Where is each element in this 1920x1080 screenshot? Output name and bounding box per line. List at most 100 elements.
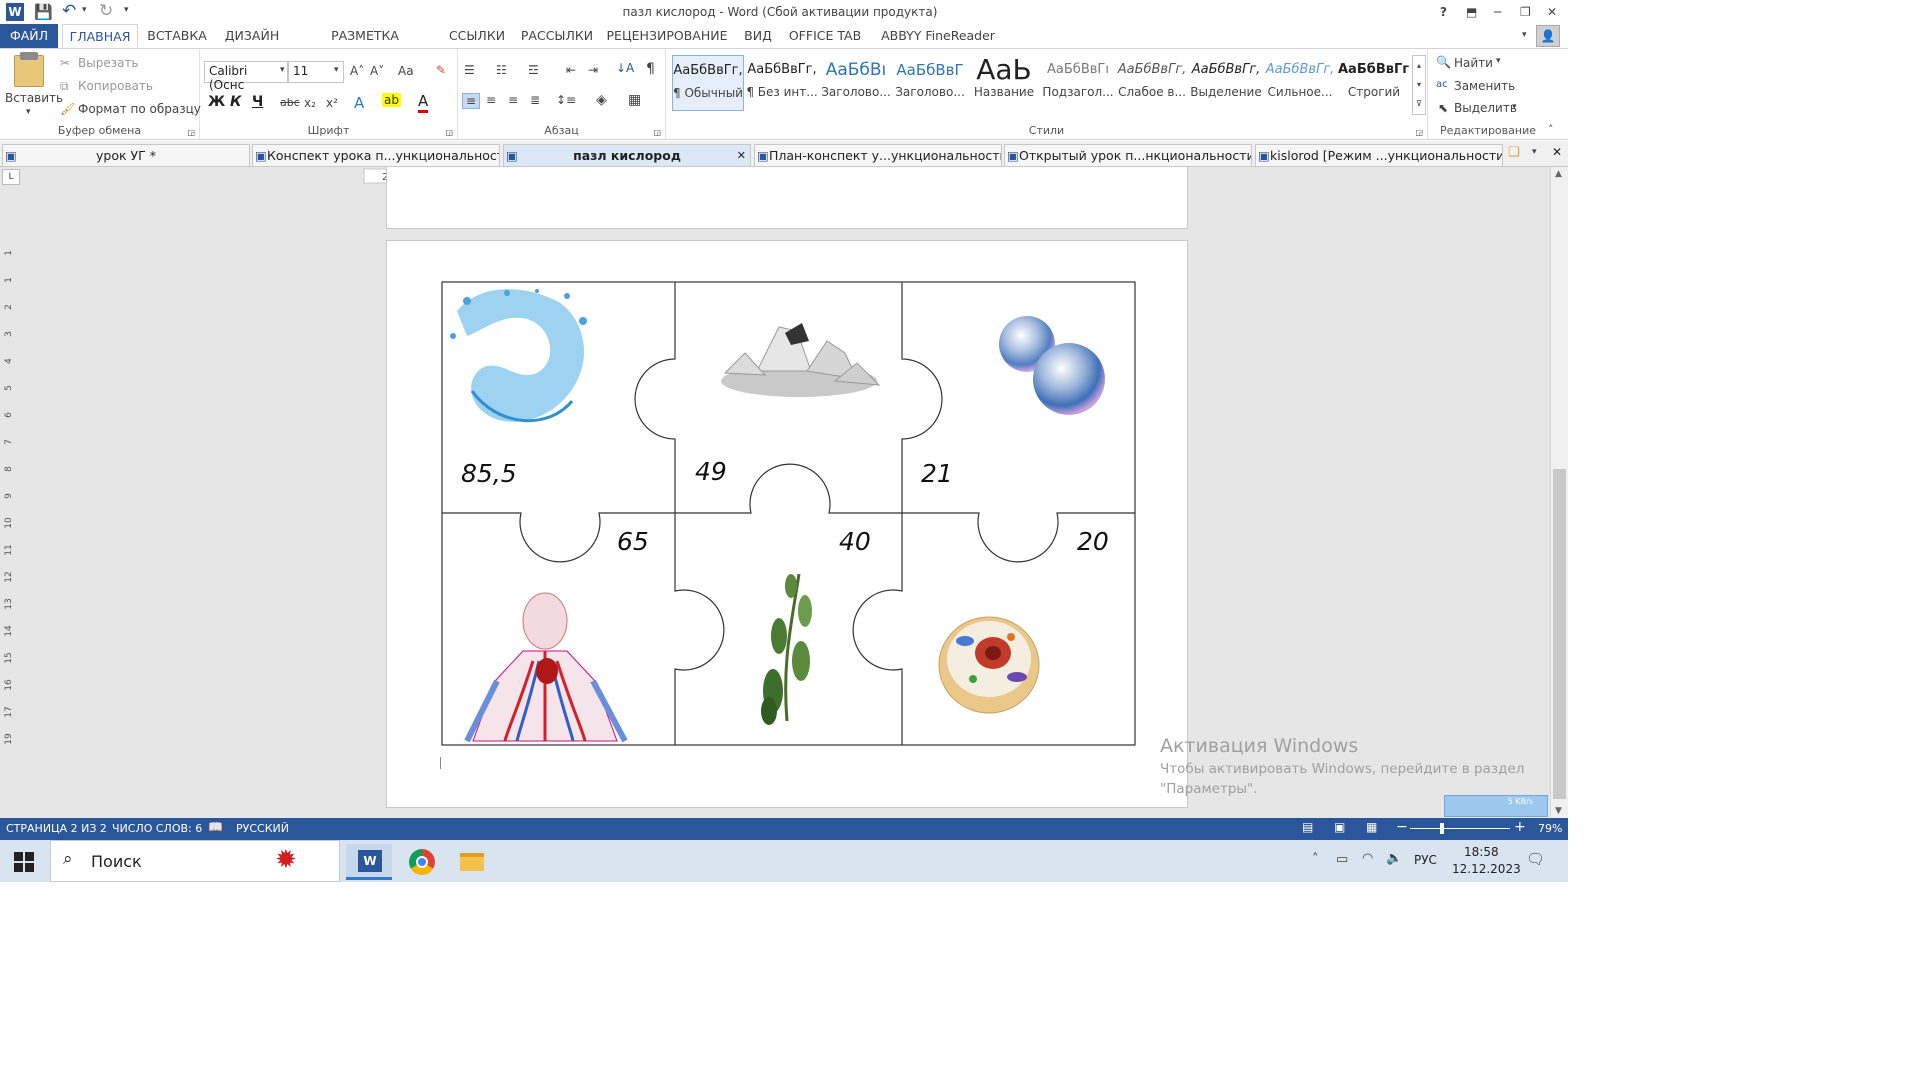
word-app-icon[interactable]: W	[6, 3, 24, 21]
styles-scrollbar[interactable]: ▴ ▾ ⊽	[1412, 55, 1426, 115]
tab-selector[interactable]: L	[2, 169, 20, 185]
style-heading-1[interactable]: АаБбВı Заголово...	[820, 55, 892, 111]
doc-tab-close-icon[interactable]: ✕	[737, 145, 746, 166]
find-button[interactable]: Найти	[1454, 56, 1493, 70]
format-painter-button[interactable]: Формат по образцу	[78, 102, 201, 116]
change-case-button[interactable]: Aa	[398, 64, 414, 78]
close-all-tabs-icon[interactable]: ✕	[1552, 145, 1562, 159]
taskbar-word[interactable]: W	[346, 844, 392, 880]
proofing-icon[interactable]: 📖	[208, 820, 223, 834]
sort-icon[interactable]: ↓A	[616, 61, 634, 75]
new-tab-icon[interactable]: ❏	[1508, 145, 1520, 160]
undo-dropdown-icon[interactable]: ▾	[82, 5, 87, 15]
notifications-icon[interactable]: 🗨	[1526, 850, 1545, 868]
style-normal[interactable]: АаБбВвГг, ¶ Обычный	[672, 55, 744, 111]
select-button[interactable]: Выделить	[1454, 101, 1517, 115]
increase-indent-icon[interactable]: ⇥	[588, 63, 598, 77]
strikethrough-button[interactable]: abc	[280, 96, 300, 109]
font-size-dropdown-icon[interactable]: ▾	[334, 65, 339, 75]
scrollbar-thumb[interactable]	[1553, 469, 1566, 799]
tab-references[interactable]: ССЫЛКИ	[446, 24, 508, 48]
style-strong[interactable]: АаБбВвГг, Строгий	[1338, 55, 1410, 111]
bold-button[interactable]: Ж	[208, 94, 225, 110]
redo-icon[interactable]: ↻	[99, 1, 113, 21]
scroll-down-icon[interactable]: ▼	[1555, 806, 1562, 816]
tab-file[interactable]: ФАЙЛ	[0, 24, 58, 48]
paragraph-launcher-icon[interactable]: ◲	[653, 128, 661, 137]
current-page[interactable]: 85,5 49 21 65 40 20	[386, 240, 1188, 808]
font-name-input[interactable]: Calibri (Оснс	[204, 61, 288, 92]
scroll-up-icon[interactable]: ▲	[1555, 169, 1562, 179]
style-subtitle[interactable]: АаБбВвГı Подзагол...	[1042, 55, 1114, 111]
network-monitor-widget[interactable]: 5 KB/s	[1444, 795, 1548, 817]
tab-insert[interactable]: ВСТАВКА	[144, 24, 210, 48]
font-launcher-icon[interactable]: ◲	[445, 128, 453, 137]
find-dropdown-icon[interactable]: ▾	[1496, 56, 1501, 66]
save-icon[interactable]: 💾	[34, 3, 53, 21]
tab-layout[interactable]: РАЗМЕТКА СТРАНИЦЫ	[294, 24, 436, 67]
decrease-indent-icon[interactable]: ⇤	[566, 63, 576, 77]
tray-chevron-icon[interactable]: ˄	[1312, 852, 1319, 867]
style-subtle-emphasis[interactable]: АаБбВвГг, Слабое в...	[1116, 55, 1188, 111]
zoom-in-icon[interactable]: +	[1514, 819, 1526, 835]
tab-mailings[interactable]: РАССЫЛКИ	[518, 24, 596, 48]
font-color-icon[interactable]: A	[418, 92, 429, 113]
clock-time[interactable]: 18:58	[1464, 845, 1499, 859]
read-mode-icon[interactable]: ▤	[1302, 820, 1313, 834]
text-effects-icon[interactable]: A	[354, 94, 364, 112]
style-title[interactable]: АаЬ Название	[968, 55, 1040, 111]
collapse-ribbon-icon[interactable]: ˄	[1548, 123, 1554, 136]
doc-tab-4[interactable]: ▣ План-конспект у...ункциональности]	[754, 144, 1002, 166]
tab-home[interactable]: ГЛАВНАЯ	[62, 24, 138, 48]
select-icon[interactable]: ⬉	[1438, 101, 1448, 115]
wifi-icon[interactable]: ◠	[1362, 851, 1373, 866]
tab-review[interactable]: РЕЦЕНЗИРОВАНИЕ	[606, 24, 728, 48]
doc-tab-1[interactable]: ▣ урок УГ *	[2, 144, 250, 166]
borders-icon[interactable]: ▦	[628, 92, 641, 108]
styles-launcher-icon[interactable]: ◲	[1415, 128, 1423, 137]
line-spacing-icon[interactable]: ↕≡	[556, 93, 576, 107]
underline-button[interactable]: Ч	[252, 94, 263, 110]
page-count[interactable]: СТРАНИЦА 2 ИЗ 2	[6, 822, 107, 835]
bullets-icon[interactable]: ☰	[464, 63, 475, 77]
battery-icon[interactable]: ▭	[1336, 852, 1348, 867]
web-layout-icon[interactable]: ▦	[1366, 820, 1377, 834]
doc-tab-3[interactable]: ▣ пазл кислород ✕	[503, 144, 751, 166]
taskbar-explorer[interactable]	[448, 844, 494, 880]
undo-icon[interactable]: ↶	[62, 1, 76, 21]
tab-design[interactable]: ДИЗАЙН	[220, 24, 284, 48]
superscript-button[interactable]: x²	[326, 96, 338, 110]
style-emphasis[interactable]: АаБбВвГг, Выделение	[1190, 55, 1262, 111]
style-intense-emphasis[interactable]: АаБбВвГг, Сильное...	[1264, 55, 1336, 111]
justify-icon[interactable]: ≣	[530, 93, 540, 107]
align-right-icon[interactable]: ≡	[508, 93, 518, 107]
cut-icon[interactable]: ✂	[60, 56, 70, 70]
help-button[interactable]: ?	[1440, 5, 1447, 19]
select-dropdown-icon[interactable]: ▾	[1512, 102, 1517, 112]
clipboard-launcher-icon[interactable]: ◲	[187, 128, 195, 137]
style-heading-2[interactable]: АаБбВвГ Заголово...	[894, 55, 966, 111]
replace-icon[interactable]: ac	[1436, 79, 1448, 90]
align-center-icon[interactable]: ≡	[486, 93, 496, 107]
tab-view[interactable]: ВИД	[738, 24, 778, 48]
subscript-button[interactable]: x₂	[304, 96, 316, 110]
tab-office-tab[interactable]: OFFICE TAB	[788, 24, 862, 48]
customize-toolbar-icon[interactable]: ▾	[124, 5, 129, 15]
align-left-icon[interactable]: ≡	[462, 93, 481, 109]
print-layout-icon[interactable]: ▣	[1334, 820, 1345, 834]
doc-tab-2[interactable]: ▣ Конспект урока п...ункциональности]	[252, 144, 500, 166]
numbering-icon[interactable]: ☷	[496, 63, 507, 77]
clock-date[interactable]: 12.12.2023	[1452, 862, 1521, 876]
shrink-font-button[interactable]: A˅	[370, 64, 384, 78]
replace-button[interactable]: Заменить	[1454, 79, 1515, 93]
zoom-level[interactable]: 79%	[1538, 822, 1562, 835]
paste-dropdown-icon[interactable]: ▾	[26, 107, 31, 117]
italic-button[interactable]: К	[230, 94, 241, 110]
style-no-spacing[interactable]: АаБбВвГг, ¶ Без инт...	[746, 55, 818, 111]
doc-tab-5[interactable]: ▣ Открытый урок п...нкциональности]	[1004, 144, 1252, 166]
cut-button[interactable]: Вырезать	[78, 56, 139, 70]
format-painter-icon[interactable]: 🖌	[60, 102, 75, 116]
grow-font-button[interactable]: A˄	[350, 64, 364, 78]
minimize-button[interactable]: ─	[1494, 5, 1501, 19]
taskbar-search[interactable]: ⌕ Поиск ✹	[50, 840, 340, 882]
